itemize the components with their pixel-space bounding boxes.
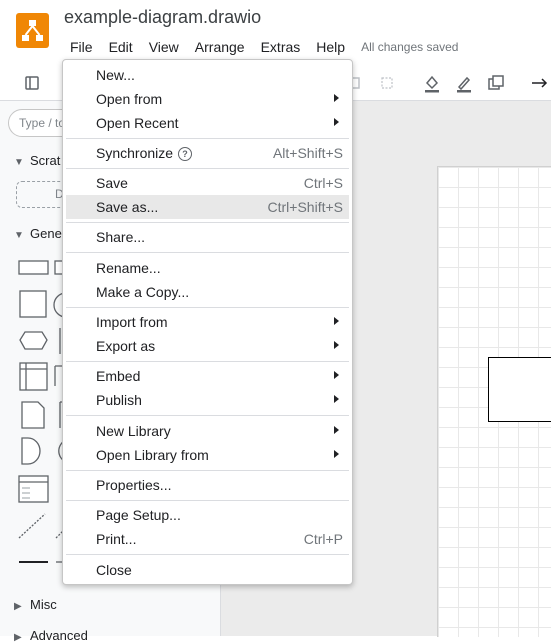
submenu-arrow-icon [334, 118, 339, 126]
submenu-arrow-icon [334, 450, 339, 458]
menu-view[interactable]: View [141, 38, 187, 56]
menu-item-rename[interactable]: Rename... [66, 256, 349, 280]
menubar: File Edit View Arrange Extras Help All c… [62, 38, 458, 56]
collapse-triangle-icon: ▼ [14, 157, 24, 168]
drawio-logo-icon[interactable] [16, 13, 49, 48]
menu-separator [66, 361, 349, 362]
menu-item-page-setup[interactable]: Page Setup... [66, 503, 349, 527]
menu-item-make-copy[interactable]: Make a Copy... [66, 280, 349, 304]
expand-triangle-icon: ▶ [14, 632, 22, 643]
menu-item-properties[interactable]: Properties... [66, 473, 349, 497]
menu-item-print[interactable]: Print... Ctrl+P [66, 527, 349, 551]
file-menu: New... Open from Open Recent Synchronize… [62, 59, 353, 585]
submenu-arrow-icon [334, 341, 339, 349]
document-title[interactable]: example-diagram.drawio [64, 7, 261, 28]
menu-extras[interactable]: Extras [253, 38, 309, 56]
menu-file[interactable]: File [62, 38, 101, 56]
save-status: All changes saved [361, 40, 459, 54]
menu-separator [66, 415, 349, 416]
menu-item-import-from[interactable]: Import from [66, 310, 349, 334]
menu-item-synchronize[interactable]: Synchronize? Alt+Shift+S [66, 141, 349, 165]
section-misc[interactable]: ▶ Misc [14, 597, 57, 612]
line-color-icon[interactable] [453, 72, 475, 94]
menu-item-open-library-from[interactable]: Open Library from [66, 443, 349, 467]
menu-separator [66, 470, 349, 471]
menu-separator [66, 168, 349, 169]
general-shapes-palette[interactable] [16, 256, 66, 576]
section-general[interactable]: ▼ Gene [14, 226, 62, 241]
submenu-arrow-icon [334, 317, 339, 325]
menu-item-new[interactable]: New... [66, 63, 349, 87]
menu-help[interactable]: Help [308, 38, 353, 56]
menu-arrange[interactable]: Arrange [187, 38, 253, 56]
connector-arrow-icon[interactable] [528, 72, 550, 94]
menu-item-close[interactable]: Close [66, 558, 349, 582]
menu-item-open-recent[interactable]: Open Recent [66, 111, 349, 135]
section-scratchpad[interactable]: ▼ Scrat [14, 153, 60, 168]
menu-separator [66, 554, 349, 555]
menu-item-export-as[interactable]: Export as [66, 334, 349, 358]
rectangle-shape[interactable] [488, 357, 551, 422]
submenu-arrow-icon [334, 395, 339, 403]
shadow-icon[interactable] [485, 72, 507, 94]
menu-item-open-from[interactable]: Open from [66, 87, 349, 111]
menu-separator [66, 307, 349, 308]
help-circle-icon[interactable]: ? [178, 147, 193, 161]
menu-separator [66, 222, 349, 223]
menu-item-save[interactable]: Save Ctrl+S [66, 171, 349, 195]
menu-edit[interactable]: Edit [101, 38, 141, 56]
fill-color-icon[interactable] [421, 72, 443, 94]
collapse-triangle-icon: ▼ [14, 230, 24, 241]
menu-item-save-as[interactable]: Save as... Ctrl+Shift+S [66, 195, 349, 219]
to-back-icon[interactable] [376, 72, 398, 94]
menu-item-new-library[interactable]: New Library [66, 419, 349, 443]
submenu-arrow-icon [334, 94, 339, 102]
menu-item-embed[interactable]: Embed [66, 364, 349, 388]
menu-item-publish[interactable]: Publish [66, 388, 349, 412]
menu-item-share[interactable]: Share... [66, 225, 349, 249]
format-panel-icon[interactable] [21, 72, 43, 94]
menu-separator [66, 252, 349, 253]
menu-separator [66, 500, 349, 501]
submenu-arrow-icon [334, 426, 339, 434]
header: example-diagram.drawio File Edit View Ar… [0, 0, 551, 66]
menu-separator [66, 138, 349, 139]
submenu-arrow-icon [334, 371, 339, 379]
expand-triangle-icon: ▶ [14, 601, 22, 612]
